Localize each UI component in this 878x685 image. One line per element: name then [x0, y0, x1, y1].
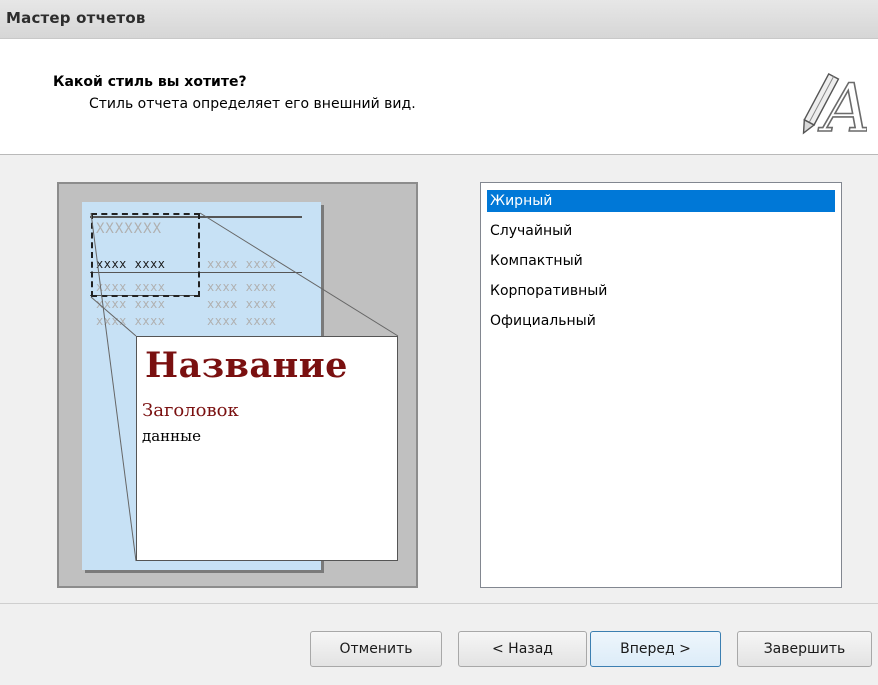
preview-zoom-marker [91, 213, 200, 297]
preview-row-light: xxxx xxxx [207, 257, 277, 271]
style-item-corporate[interactable]: Корпоративный [487, 280, 835, 302]
next-button[interactable]: Вперед > [590, 631, 721, 667]
wizard-step-title: Какой стиль вы хотите? [53, 74, 247, 90]
window-titlebar: Мастер отчетов [0, 0, 878, 39]
preview-title-sample: Название [145, 345, 348, 386]
preview-row-light: xxxx xxxx [207, 297, 277, 311]
preview-heading-sample: Заголовок [142, 400, 239, 421]
style-item-casual[interactable]: Случайный [487, 220, 835, 242]
style-item-bold[interactable]: Жирный [487, 190, 835, 212]
preview-row-light: xxxx xxxx [96, 314, 166, 328]
preview-row-light: xxxx xxxx [96, 297, 166, 311]
style-item-compact[interactable]: Компактный [487, 250, 835, 272]
wizard-step-subtitle: Стиль отчета определяет его внешний вид. [89, 96, 416, 112]
style-item-formal[interactable]: Официальный [487, 310, 835, 332]
wizard-header: Какой стиль вы хотите? Стиль отчета опре… [0, 39, 878, 155]
preview-row-light: xxxx xxxx [207, 280, 277, 294]
preview-data-sample: данные [142, 427, 201, 445]
cancel-button[interactable]: Отменить [310, 631, 442, 667]
back-button[interactable]: < Назад [458, 631, 587, 667]
pencil-letter-a-icon: A [802, 69, 867, 141]
window-title: Мастер отчетов [6, 9, 146, 27]
finish-button[interactable]: Завершить [737, 631, 872, 667]
style-listbox[interactable]: Жирный Случайный Компактный Корпоративны… [480, 182, 842, 588]
preview-zoom-box: Название Заголовок данные [136, 336, 398, 561]
preview-row-light: xxxx xxxx [207, 314, 277, 328]
